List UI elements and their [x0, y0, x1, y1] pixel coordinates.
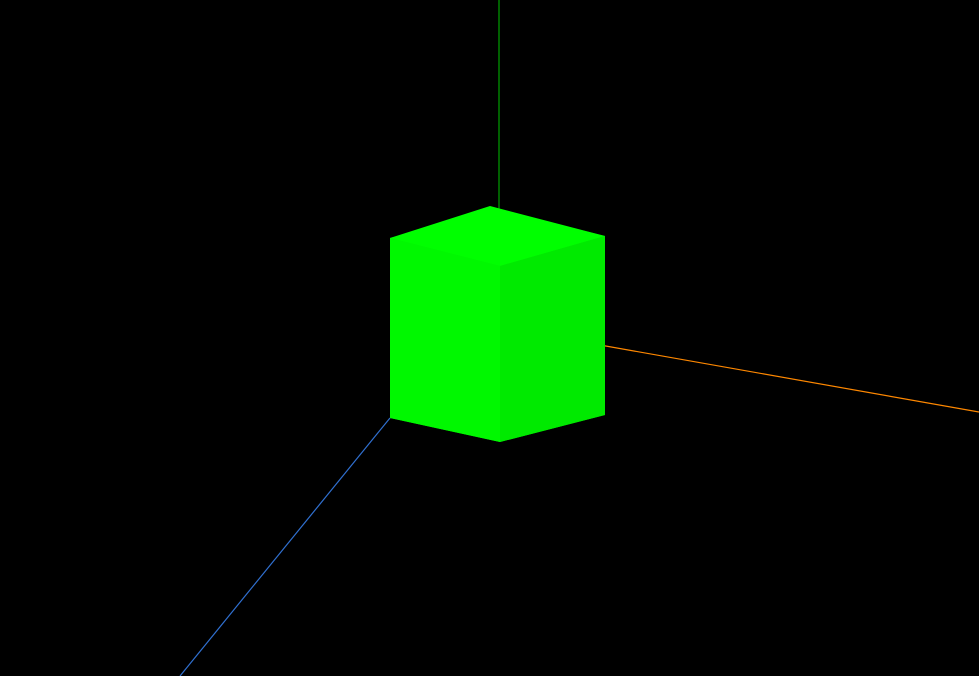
x-axis-line [600, 345, 979, 412]
cube-right-face-shade [500, 236, 605, 442]
cube-front-face-shade [390, 238, 500, 442]
scene-canvas[interactable] [0, 0, 979, 676]
3d-viewport[interactable] [0, 0, 979, 676]
z-axis-line [180, 418, 390, 676]
